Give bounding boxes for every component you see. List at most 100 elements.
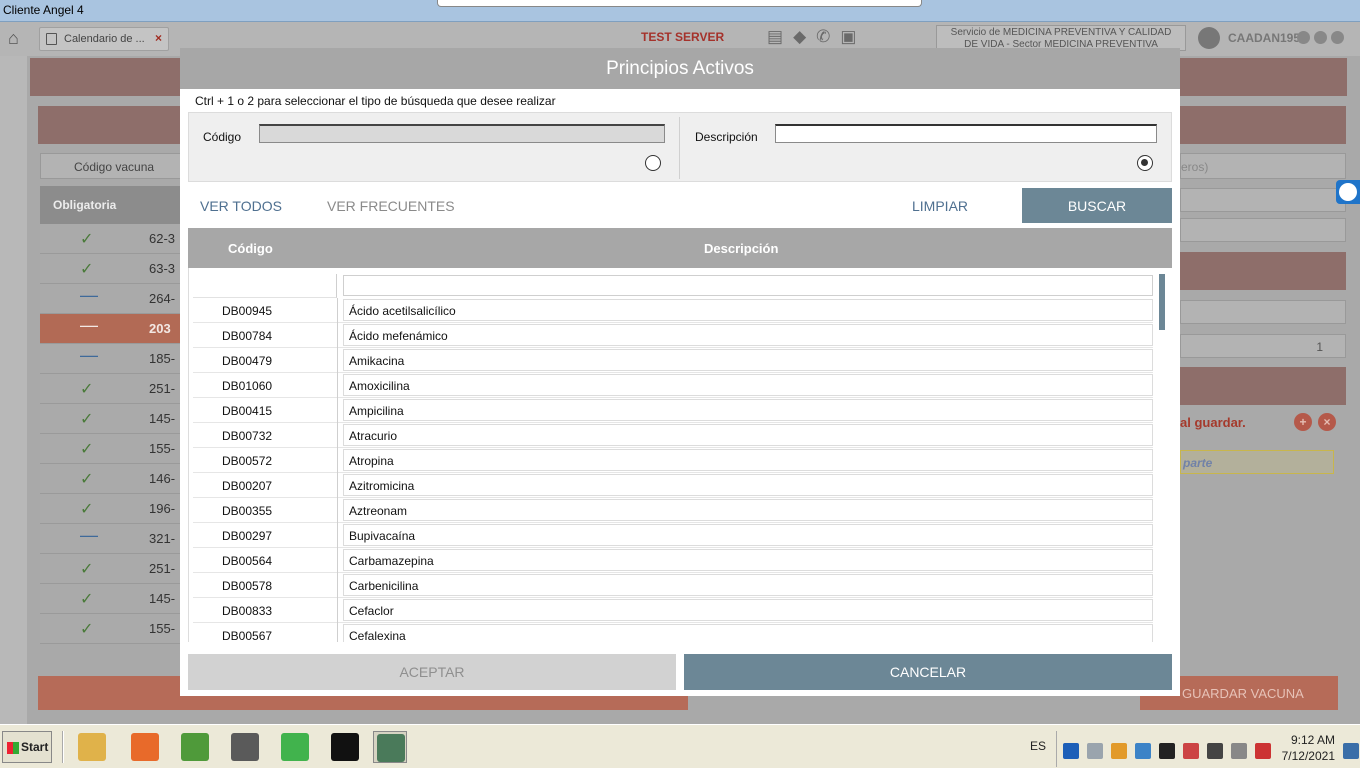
- start-label: Start: [21, 740, 49, 754]
- tray-display-icon[interactable]: [1231, 743, 1247, 759]
- aceptar-button[interactable]: ACEPTAR: [188, 654, 676, 690]
- scrollbar-thumb[interactable]: [1159, 274, 1165, 330]
- close-tab-icon[interactable]: ×: [155, 31, 162, 45]
- table-row[interactable]: DB00415 Ampicilina: [193, 398, 1153, 423]
- book-icon[interactable]: ▤: [767, 27, 793, 46]
- tray-update-icon[interactable]: [1111, 743, 1127, 759]
- tab-calendario[interactable]: Calendario de ... ×: [39, 27, 169, 51]
- user-avatar-icon[interactable]: [1198, 27, 1220, 49]
- qt-creator-icon[interactable]: [278, 731, 312, 763]
- close-dot[interactable]: [1331, 31, 1344, 44]
- parte-field[interactable]: parte: [1180, 450, 1334, 474]
- vaccine-row[interactable]: ✓ 146-: [40, 464, 180, 494]
- right-field-b[interactable]: [1180, 188, 1346, 212]
- language-indicator[interactable]: ES: [1030, 739, 1046, 753]
- table-row[interactable]: DB00945 Ácido acetilsalicílico: [193, 298, 1153, 323]
- vaccine-row[interactable]: ✓ 145-: [40, 404, 180, 434]
- right-stepper[interactable]: 1: [1180, 334, 1346, 358]
- tray-network-icon[interactable]: [1087, 743, 1103, 759]
- phone-icon[interactable]: ✆: [816, 27, 840, 46]
- col-descripcion-header[interactable]: Descripción: [704, 241, 778, 256]
- file-explorer-icon[interactable]: [75, 731, 109, 763]
- results-table: DB00945 Ácido acetilsalicílico DB00784 Ácid…: [188, 268, 1172, 642]
- table-row[interactable]: DB00355 Aztreonam: [193, 498, 1153, 523]
- table-row[interactable]: DB00833 Cefaclor: [193, 598, 1153, 623]
- vaccine-row[interactable]: ✓ 62-3: [40, 224, 180, 254]
- tray-usb-icon[interactable]: [1207, 743, 1223, 759]
- vaccine-code: 155-: [149, 621, 176, 636]
- descripcion-filter-input[interactable]: [343, 275, 1153, 296]
- right-search-field[interactable]: eros): [1180, 153, 1346, 179]
- terminal-icon[interactable]: [328, 731, 362, 763]
- vaccine-row[interactable]: — 321-: [40, 524, 180, 554]
- app-glyph: [78, 733, 106, 761]
- table-row[interactable]: DB00564 Carbamazepina: [193, 548, 1153, 573]
- start-button[interactable]: Start: [2, 731, 52, 763]
- table-row[interactable]: DB00207 Azitromicina: [193, 473, 1153, 498]
- home-icon[interactable]: ⌂: [8, 28, 19, 49]
- lock-icon[interactable]: ▣: [840, 27, 866, 46]
- vaccine-row[interactable]: ✓ 63-3: [40, 254, 180, 284]
- add-icon[interactable]: +: [1294, 413, 1312, 431]
- descripcion-cell: Ácido mefenámico: [343, 324, 1153, 346]
- vaccine-row[interactable]: ✓ 155-: [40, 434, 180, 464]
- table-row[interactable]: DB00572 Atropina: [193, 448, 1153, 473]
- taskbar-separator: [62, 731, 64, 763]
- codigo-vacuna-field[interactable]: Código vacuna: [40, 153, 190, 179]
- vaccine-row[interactable]: — 203: [40, 314, 180, 344]
- show-desktop-icon[interactable]: [1343, 743, 1359, 759]
- maximize-dot[interactable]: [1314, 31, 1327, 44]
- check-icon: ✓: [80, 231, 94, 248]
- descripcion-radio[interactable]: [1137, 155, 1153, 171]
- table-row[interactable]: DB00479 Amikacina: [193, 348, 1153, 373]
- vaccine-row[interactable]: ✓ 196-: [40, 494, 180, 524]
- collapsed-sidebar[interactable]: [0, 56, 27, 724]
- codigo-input[interactable]: [259, 124, 665, 143]
- vaccine-row[interactable]: ✓ 251-: [40, 554, 180, 584]
- vaccine-row[interactable]: ✓ 155-: [40, 614, 180, 644]
- descripcion-label: Descripción: [695, 130, 758, 144]
- remove-icon[interactable]: ×: [1318, 413, 1336, 431]
- app-glyph: [131, 733, 159, 761]
- vaccine-row[interactable]: ✓ 251-: [40, 374, 180, 404]
- tray-driver-icon[interactable]: [1159, 743, 1175, 759]
- descripcion-input[interactable]: [775, 124, 1157, 143]
- limpiar-button[interactable]: LIMPIAR: [912, 198, 968, 214]
- tray-security-icon[interactable]: [1183, 743, 1199, 759]
- table-row[interactable]: DB00578 Carbenicilina: [193, 573, 1153, 598]
- cancelar-button[interactable]: CANCELAR: [684, 654, 1172, 690]
- right-dropdown-c[interactable]: [1180, 218, 1346, 242]
- codigo-radio[interactable]: [645, 155, 661, 171]
- tray-monitor-icon[interactable]: [1135, 743, 1151, 759]
- table-row[interactable]: DB00732 Atracurio: [193, 423, 1153, 448]
- table-row[interactable]: DB00297 Bupivacaína: [193, 523, 1153, 548]
- ver-frecuentes-button[interactable]: VER FRECUENTES: [327, 198, 455, 214]
- ver-todos-button[interactable]: VER TODOS: [200, 198, 282, 214]
- table-row[interactable]: DB00567 Cefalexina: [193, 623, 1153, 642]
- bell-icon[interactable]: ◆: [793, 27, 816, 46]
- minimize-dot[interactable]: [1297, 31, 1310, 44]
- clock-date[interactable]: 7/12/2021: [1279, 749, 1335, 763]
- app-glyph: [231, 733, 259, 761]
- titlebar-center-handle[interactable]: [437, 0, 922, 7]
- vaccine-row[interactable]: — 185-: [40, 344, 180, 374]
- column-divider: [337, 523, 338, 548]
- right-dropdown-d[interactable]: [1180, 300, 1346, 324]
- dash-icon: —: [80, 315, 98, 335]
- table-row[interactable]: DB00784 Ácido mefenámico: [193, 323, 1153, 348]
- col-codigo-header[interactable]: Código: [228, 241, 273, 256]
- clock-time[interactable]: 9:12 AM: [1289, 733, 1335, 747]
- vaccine-row[interactable]: ✓ 145-: [40, 584, 180, 614]
- tray-app-icon[interactable]: [1063, 743, 1079, 759]
- check-icon: ✓: [80, 591, 94, 608]
- codigo-filter-input[interactable]: [193, 274, 337, 298]
- buscar-button[interactable]: BUSCAR: [1022, 188, 1172, 223]
- notepad-icon[interactable]: [178, 731, 212, 763]
- firefox-icon[interactable]: [128, 731, 162, 763]
- angel-client-icon[interactable]: [373, 731, 407, 763]
- table-row[interactable]: DB01060 Amoxicilina: [193, 373, 1153, 398]
- tray-volume-icon[interactable]: [1255, 743, 1271, 759]
- teamviewer-icon[interactable]: [1336, 180, 1360, 204]
- sublime-text-icon[interactable]: [228, 731, 262, 763]
- vaccine-row[interactable]: — 264-: [40, 284, 180, 314]
